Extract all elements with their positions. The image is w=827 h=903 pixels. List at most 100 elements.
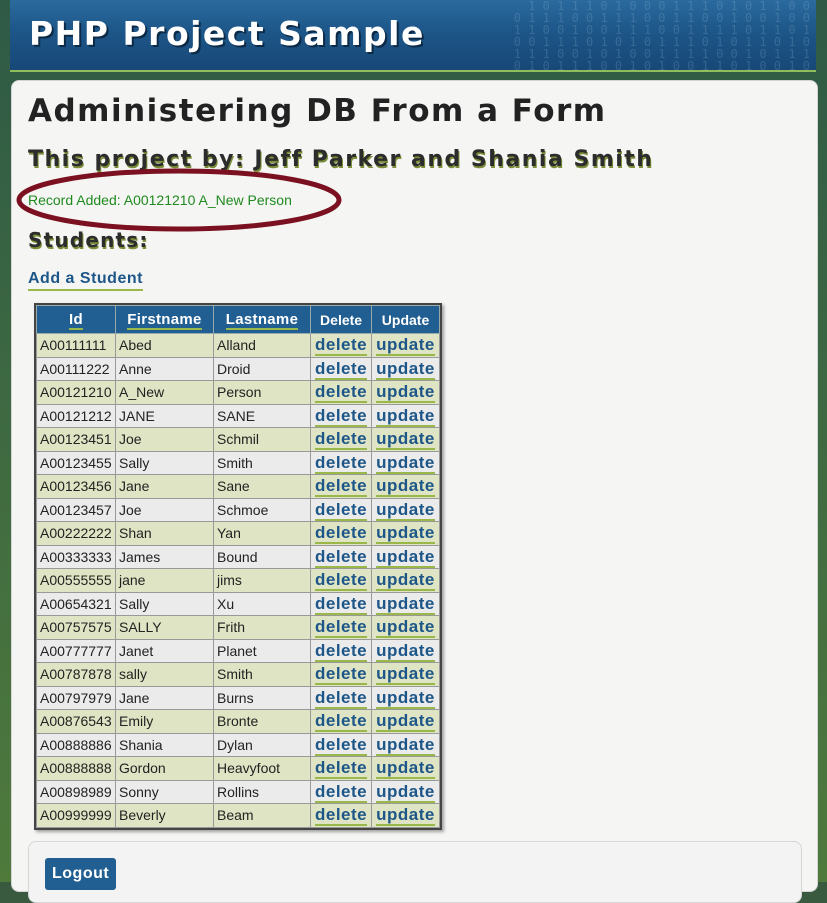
- delete-link[interactable]: delete: [315, 734, 368, 756]
- delete-link[interactable]: delete: [315, 617, 368, 639]
- table-header-row: Id Firstname Lastname Delete Update: [36, 305, 440, 334]
- cell-update: update: [371, 450, 440, 475]
- cell-id: A00123451: [36, 427, 116, 452]
- update-link[interactable]: update: [376, 546, 435, 568]
- delete-link[interactable]: delete: [315, 640, 368, 662]
- sort-by-lastname-link[interactable]: Lastname: [225, 311, 299, 330]
- update-link[interactable]: update: [376, 593, 435, 615]
- update-link[interactable]: update: [376, 805, 435, 827]
- delete-link[interactable]: delete: [315, 546, 368, 568]
- cell-delete: delete: [309, 803, 373, 828]
- delete-link[interactable]: delete: [315, 570, 368, 592]
- delete-link[interactable]: delete: [315, 382, 368, 404]
- table-row: A00111111 Abed Alland delete update: [36, 333, 440, 358]
- column-header-delete: Delete: [309, 305, 373, 334]
- cell-lastname: Droid: [213, 356, 311, 381]
- update-link[interactable]: update: [376, 758, 435, 780]
- table-row: A00123456 Jane Sane delete update: [36, 474, 440, 499]
- page-heading: Administering DB From a Form: [28, 93, 607, 129]
- delete-link[interactable]: delete: [315, 499, 368, 521]
- cell-firstname: Shan: [115, 521, 214, 546]
- cell-delete: delete: [309, 709, 373, 734]
- table-row: A00121212 JANE SANE delete update: [36, 403, 440, 428]
- delete-link[interactable]: delete: [315, 781, 368, 803]
- cell-delete: delete: [309, 732, 373, 757]
- students-table-body: A00111111 Abed Alland delete update A00111222…: [36, 333, 440, 828]
- update-link[interactable]: update: [376, 382, 435, 404]
- sort-by-id-link[interactable]: Id: [69, 311, 83, 330]
- site-title: PHP Project Sample: [29, 14, 425, 53]
- delete-link[interactable]: delete: [315, 358, 368, 380]
- cell-lastname: Schmil: [213, 427, 311, 452]
- delete-link[interactable]: delete: [315, 405, 368, 427]
- table-row: A00876543 Emily Bronte delete update: [36, 709, 440, 734]
- footer-panel: Logout: [28, 841, 802, 903]
- update-link[interactable]: update: [376, 570, 435, 592]
- delete-link[interactable]: delete: [315, 523, 368, 545]
- update-link[interactable]: update: [376, 358, 435, 380]
- logout-button[interactable]: Logout: [45, 858, 117, 890]
- cell-delete: delete: [309, 685, 373, 710]
- cell-id: A00222222: [36, 521, 116, 546]
- table-row: A00654321 Sally Xu delete update: [36, 591, 440, 616]
- cell-update: update: [371, 521, 440, 546]
- table-row: A00888888 Gordon Heavyfoot delete update: [36, 756, 440, 781]
- update-link[interactable]: update: [376, 476, 435, 498]
- table-row: A00797979 Jane Burns delete update: [36, 685, 440, 710]
- delete-link[interactable]: delete: [315, 335, 368, 357]
- update-link[interactable]: update: [376, 664, 435, 686]
- update-link[interactable]: update: [376, 429, 435, 451]
- cell-firstname: Gordon: [115, 756, 214, 781]
- table-row: A00555555 jane jims delete update: [36, 568, 440, 593]
- cell-delete: delete: [309, 779, 373, 804]
- cell-id: A00121212: [36, 403, 116, 428]
- students-table-container: Id Firstname Lastname Delete Update A001…: [34, 303, 442, 830]
- cell-lastname: Sane: [213, 474, 311, 499]
- delete-link[interactable]: delete: [315, 687, 368, 709]
- cell-lastname: Planet: [213, 638, 311, 663]
- update-link[interactable]: update: [376, 734, 435, 756]
- delete-link[interactable]: delete: [315, 805, 368, 827]
- cell-firstname: Beverly: [115, 803, 214, 828]
- cell-firstname: A_New: [115, 380, 214, 405]
- cell-id: A00123456: [36, 474, 116, 499]
- update-link[interactable]: update: [376, 335, 435, 357]
- cell-lastname: Rollins: [213, 779, 311, 804]
- update-link[interactable]: update: [376, 523, 435, 545]
- cell-firstname: Joe: [115, 427, 214, 452]
- sort-by-firstname-link[interactable]: Firstname: [127, 311, 202, 330]
- cell-update: update: [371, 615, 440, 640]
- cell-update: update: [371, 568, 440, 593]
- cell-id: A00555555: [36, 568, 116, 593]
- delete-link[interactable]: delete: [315, 664, 368, 686]
- delete-link[interactable]: delete: [315, 758, 368, 780]
- cell-firstname: Emily: [115, 709, 214, 734]
- delete-link[interactable]: delete: [315, 429, 368, 451]
- table-row: A00121210 A_New Person delete update: [36, 380, 440, 405]
- students-table: Id Firstname Lastname Delete Update A001…: [36, 305, 440, 828]
- column-header-update: Update: [371, 305, 440, 334]
- add-student-link[interactable]: Add a Student: [28, 270, 143, 291]
- delete-link[interactable]: delete: [315, 711, 368, 733]
- update-link[interactable]: update: [376, 617, 435, 639]
- update-link[interactable]: update: [376, 405, 435, 427]
- delete-link[interactable]: delete: [315, 476, 368, 498]
- table-row: A00333333 James Bound delete update: [36, 544, 440, 569]
- cell-delete: delete: [309, 568, 373, 593]
- cell-update: update: [371, 544, 440, 569]
- delete-link[interactable]: delete: [315, 593, 368, 615]
- cell-lastname: Beam: [213, 803, 311, 828]
- cell-firstname: Jane: [115, 474, 214, 499]
- update-link[interactable]: update: [376, 452, 435, 474]
- update-link[interactable]: update: [376, 711, 435, 733]
- delete-link[interactable]: delete: [315, 452, 368, 474]
- update-link[interactable]: update: [376, 687, 435, 709]
- column-header-firstname: Firstname: [115, 305, 214, 334]
- cell-firstname: Abed: [115, 333, 214, 358]
- update-link[interactable]: update: [376, 781, 435, 803]
- cell-delete: delete: [309, 591, 373, 616]
- update-link[interactable]: update: [376, 640, 435, 662]
- cell-lastname: Yan: [213, 521, 311, 546]
- update-link[interactable]: update: [376, 499, 435, 521]
- cell-lastname: Heavyfoot: [213, 756, 311, 781]
